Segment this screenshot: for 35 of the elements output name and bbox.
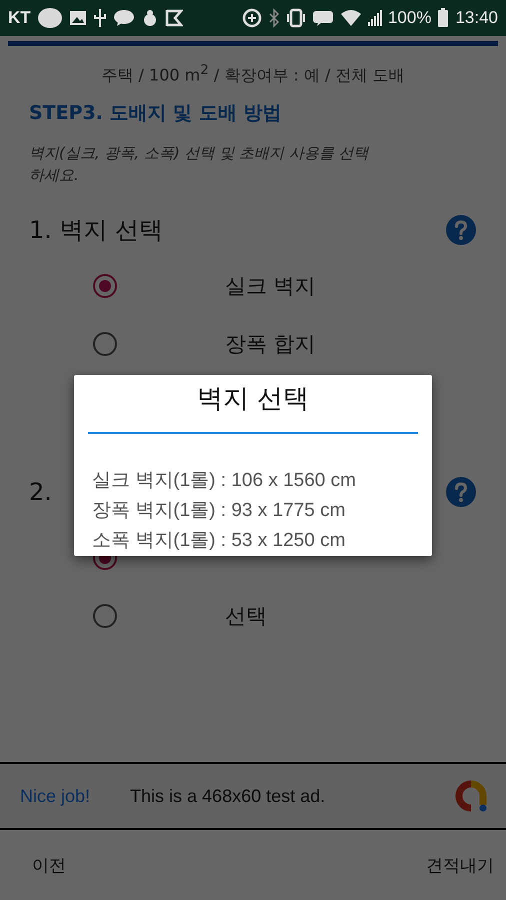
summary-text: 주택 / 100 m$^{2}$ / 확장여부 : 예 / 전체 도배 <box>100 63 406 86</box>
battery-icon <box>437 8 450 28</box>
section-title: 1. 벽지 선택 <box>29 215 164 246</box>
battery-percent: 100% <box>388 8 432 28</box>
option-label[interactable]: 실크 벽지 <box>225 272 316 300</box>
dialog-text: 소폭 벽지(1롤) : 53 x 1250 cm <box>92 529 346 553</box>
help-icon[interactable] <box>446 215 476 246</box>
section-title: 2. <box>29 478 52 506</box>
option-label[interactable]: 선택 <box>225 602 267 630</box>
vibrate-icon <box>286 8 306 28</box>
dialog-text: 장폭 벽지(1롤) : 93 x 1775 cm <box>92 499 346 523</box>
description-text: 벽지(실크, 광폭, 소폭) 선택 및 초배지 사용를 선택하세요. <box>29 143 370 186</box>
ad-headline: Nice job! <box>20 786 90 806</box>
ad-text: This is a 468x60 test ad. <box>130 786 326 806</box>
radio-button[interactable] <box>93 332 117 356</box>
step-title: STEP3. 도배지 및 도배 방법 <box>29 101 282 126</box>
ad-logo-icon <box>454 779 488 813</box>
image-icon <box>68 9 87 27</box>
help-icon[interactable] <box>446 477 476 508</box>
signal-icon <box>368 9 382 27</box>
ad-banner[interactable]: Nice job! This is a 468x60 test ad. <box>0 762 506 830</box>
carrier-label: KT <box>8 8 31 28</box>
bluetooth-icon <box>268 8 280 28</box>
dialog-text: 실크 벽지(1롤) : 106 x 1560 cm <box>92 469 357 493</box>
chat-icon <box>112 9 135 27</box>
dialog-title: 벽지 선택 <box>196 383 310 416</box>
previous-button[interactable]: 이전 <box>0 846 80 884</box>
estimate-button[interactable]: 견적내기 <box>414 846 506 884</box>
app-icon <box>36 7 63 29</box>
wifi-icon <box>340 9 362 27</box>
usb-icon <box>92 8 107 28</box>
option-label[interactable]: 장폭 합지 <box>225 330 316 358</box>
radio-button[interactable] <box>93 274 117 298</box>
radio-button[interactable] <box>93 604 117 628</box>
clock: 13:40 <box>455 8 498 28</box>
